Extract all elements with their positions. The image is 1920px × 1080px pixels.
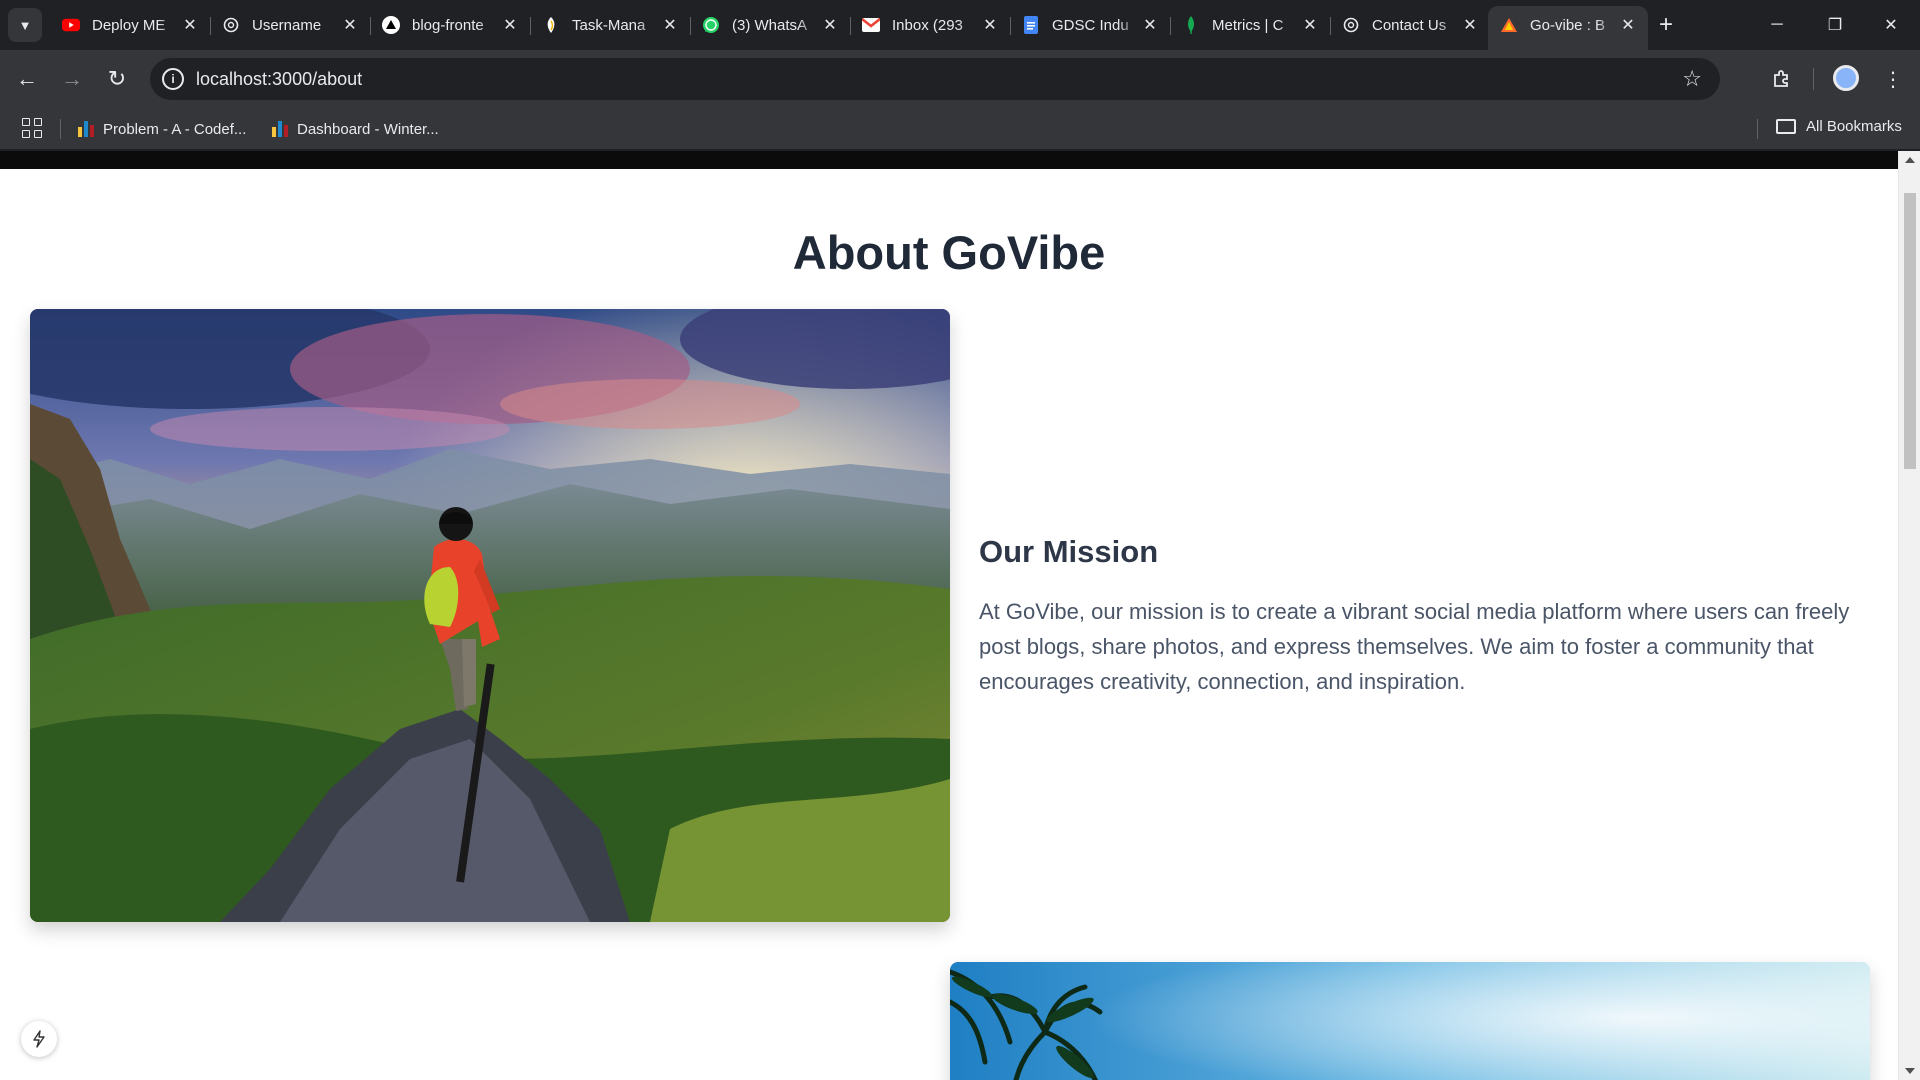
browser-toolbar: ← → ↻ i localhost:3000/about ☆ ⋮ bbox=[0, 50, 1920, 108]
address-url[interactable]: localhost:3000/about bbox=[196, 69, 362, 90]
reload-button[interactable]: ↻ bbox=[100, 62, 134, 96]
reload-icon: ↻ bbox=[107, 66, 127, 91]
close-icon: ✕ bbox=[1884, 17, 1898, 34]
close-window-button[interactable]: ✕ bbox=[1862, 0, 1920, 50]
google-docs-icon bbox=[1022, 16, 1040, 34]
address-bar[interactable]: i localhost:3000/about ☆ bbox=[150, 58, 1720, 100]
tab-username[interactable]: Username ✕ bbox=[210, 8, 371, 42]
tab-title: blog-fronte bbox=[412, 16, 484, 34]
tab-title: Inbox (293 bbox=[892, 16, 963, 34]
codeforces-icon bbox=[78, 121, 94, 137]
minimize-icon: ─ bbox=[1771, 16, 1783, 33]
bookmark-star-icon[interactable]: ☆ bbox=[1682, 66, 1702, 92]
tab-strip: ▼ Deploy ME ✕ Username ✕ blog-fronte ✕ T… bbox=[0, 0, 1920, 50]
folder-icon bbox=[1776, 119, 1796, 134]
bookmark-label: Problem - A - Codef... bbox=[103, 120, 247, 138]
more-vertical-icon: ⋮ bbox=[1883, 68, 1903, 91]
close-tab-icon[interactable]: ✕ bbox=[1300, 15, 1320, 35]
close-tab-icon[interactable]: ✕ bbox=[1140, 15, 1160, 35]
close-tab-icon[interactable]: ✕ bbox=[180, 15, 200, 35]
close-tab-icon[interactable]: ✕ bbox=[1618, 15, 1638, 35]
tab-deploy[interactable]: Deploy ME ✕ bbox=[50, 8, 211, 42]
close-tab-icon[interactable]: ✕ bbox=[820, 15, 840, 35]
chevron-down-icon: ▼ bbox=[18, 17, 32, 33]
tab-title: Username bbox=[252, 16, 322, 34]
all-bookmarks-button[interactable]: All Bookmarks bbox=[1776, 118, 1902, 135]
page-title: About GoVibe bbox=[792, 226, 1106, 279]
close-tab-icon[interactable]: ✕ bbox=[1460, 15, 1480, 35]
close-tab-icon[interactable]: ✕ bbox=[980, 15, 1000, 35]
whatsapp-icon bbox=[702, 16, 720, 34]
extensions-button[interactable] bbox=[1765, 62, 1799, 96]
back-button[interactable]: ← bbox=[10, 62, 44, 96]
profile-avatar[interactable] bbox=[1833, 65, 1859, 91]
vision-image bbox=[950, 962, 1870, 1080]
page-scrollbar[interactable] bbox=[1898, 151, 1920, 1080]
minimize-button[interactable]: ─ bbox=[1748, 0, 1806, 50]
puzzle-icon bbox=[1774, 70, 1788, 87]
bookmark-dashboard[interactable]: Dashboard - Winter... bbox=[272, 118, 439, 140]
openai-icon bbox=[222, 16, 240, 34]
scroll-down-icon[interactable] bbox=[1905, 1068, 1915, 1074]
scroll-up-icon[interactable] bbox=[1905, 157, 1915, 163]
mission-image bbox=[30, 309, 950, 922]
scrollbar-thumb[interactable] bbox=[1904, 193, 1916, 469]
restore-icon: ❐ bbox=[1827, 17, 1843, 34]
arrow-right-icon: → bbox=[61, 66, 83, 91]
tab-title: GDSC Indu bbox=[1052, 16, 1129, 34]
mongodb-icon bbox=[1182, 16, 1200, 34]
tab-title: Contact Us bbox=[1372, 16, 1447, 34]
tab-google-docs[interactable]: GDSC Indu ✕ bbox=[1010, 8, 1171, 42]
tab-title: Task-Mana bbox=[572, 16, 646, 34]
tab-gmail[interactable]: Inbox (293 ✕ bbox=[850, 8, 1011, 42]
dev-tools-button[interactable] bbox=[21, 1021, 57, 1057]
tab-title: (3) WhatsA bbox=[732, 16, 808, 34]
vercel-icon bbox=[382, 16, 400, 34]
tab-title: Deploy ME bbox=[92, 16, 166, 34]
bookmark-codeforces[interactable]: Problem - A - Codef... bbox=[78, 118, 246, 140]
tab-blog-frontend[interactable]: blog-fronte ✕ bbox=[370, 8, 531, 42]
gmail-icon bbox=[862, 16, 880, 34]
codeforces-icon bbox=[272, 121, 288, 137]
openai-icon bbox=[1342, 16, 1360, 34]
all-bookmarks-label: All Bookmarks bbox=[1806, 118, 1902, 135]
close-tab-icon[interactable]: ✕ bbox=[660, 15, 680, 35]
govibe-icon bbox=[1500, 16, 1518, 34]
taskmanager-icon bbox=[542, 16, 560, 34]
forward-button[interactable]: → bbox=[55, 62, 89, 96]
arrow-left-icon: ← bbox=[16, 66, 38, 91]
close-tab-icon[interactable]: ✕ bbox=[500, 15, 520, 35]
youtube-icon bbox=[62, 16, 80, 34]
bookmark-label: Dashboard - Winter... bbox=[297, 120, 439, 138]
tab-whatsapp[interactable]: (3) WhatsA ✕ bbox=[690, 8, 851, 42]
lightning-icon bbox=[33, 1030, 45, 1048]
browser-menu-button[interactable]: ⋮ bbox=[1876, 62, 1910, 96]
tab-title: Go-vibe : B bbox=[1530, 16, 1606, 34]
site-info-icon[interactable]: i bbox=[162, 68, 184, 90]
tab-title: Metrics | C bbox=[1212, 16, 1284, 34]
apps-grid-icon[interactable] bbox=[20, 116, 44, 140]
tab-go-vibe[interactable]: Go-vibe : B ✕ bbox=[1488, 6, 1648, 50]
mission-section: Our Mission At GoVibe, our mission is to… bbox=[979, 534, 1859, 699]
mission-body: At GoVibe, our mission is to create a vi… bbox=[979, 599, 1850, 694]
tab-mongodb-metrics[interactable]: Metrics | C ✕ bbox=[1170, 8, 1331, 42]
close-tab-icon[interactable]: ✕ bbox=[340, 15, 360, 35]
tab-task-manager[interactable]: Task-Mana ✕ bbox=[530, 8, 691, 42]
new-tab-button[interactable]: + bbox=[1651, 10, 1681, 40]
site-navbar bbox=[0, 151, 1898, 169]
page-viewport: About GoVibe Our Mission At GoVibe, our … bbox=[0, 151, 1920, 1080]
mission-heading: Our Mission bbox=[979, 534, 1159, 569]
tab-search-button[interactable]: ▼ bbox=[8, 8, 42, 42]
restore-button[interactable]: ❐ bbox=[1806, 0, 1864, 50]
tab-contact-us[interactable]: Contact Us ✕ bbox=[1330, 8, 1490, 42]
bookmarks-bar: Problem - A - Codef... Dashboard - Winte… bbox=[0, 108, 1920, 150]
